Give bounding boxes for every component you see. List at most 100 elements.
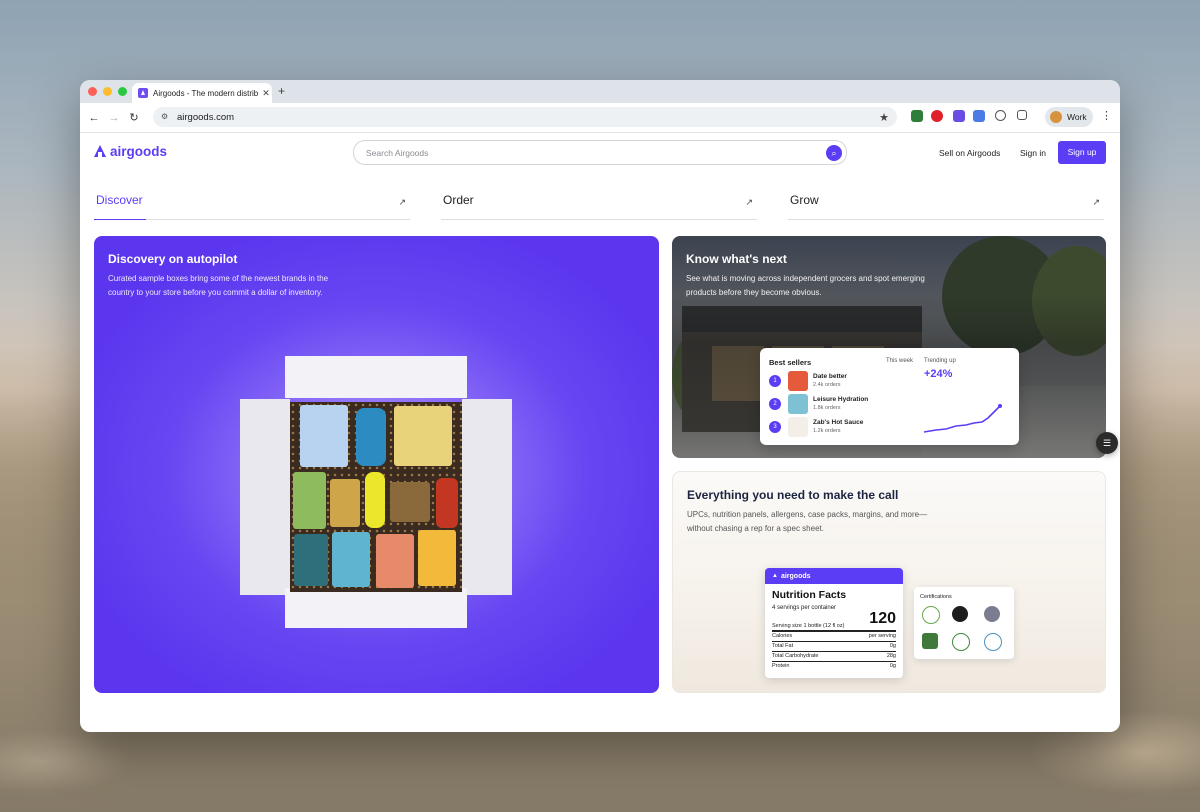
fair-trade-badge-icon [952,606,968,622]
extension-icon[interactable] [953,110,965,122]
floating-menu-icon[interactable]: ☰ [1096,432,1118,454]
profile-button[interactable]: Work [1045,107,1093,127]
product [356,408,386,466]
search-icon[interactable]: ⌕ [826,144,842,161]
divider [772,641,896,642]
browser-toolbar: ← → ↻ ⚙ airgoods.com ★ Work ⋮ [80,103,1120,133]
list-item: 3 Zab's Hot Sauce 1.2k orders [769,417,889,437]
airgoods-logo-icon [94,145,107,158]
box-contents [290,402,462,592]
certifications-label: Certifications [920,594,952,600]
address-bar[interactable]: ⚙ airgoods.com ★ [153,107,897,127]
this-week-label: This week [886,358,914,364]
new-tab-icon[interactable]: + [278,84,285,98]
card-title: Know what's next [686,252,787,266]
card-title: Discovery on autopilot [108,252,238,266]
reload-icon[interactable]: ↻ [124,111,144,124]
product-thumbnail [788,371,808,391]
browser-window: Airgoods - The modern distrib ✕ + ← → ↻ … [80,80,1120,732]
extension-icon[interactable] [931,110,943,122]
desc-line: country to your store before you commit … [108,288,323,297]
row-value: 0g [889,663,896,669]
tab-label: Order [443,193,474,207]
desc-line: products before they become obvious. [686,288,822,297]
product [394,406,452,466]
box-flap [285,588,467,628]
card-description: See what is moving across independent gr… [686,272,925,300]
zoom-window-button[interactable] [118,87,127,96]
serving-size: Serving size 1 bottle (12 fl oz) [772,623,845,629]
nutrition-title: Nutrition Facts [772,589,847,601]
sign-in-link[interactable]: Sign in [1020,148,1046,158]
divider [772,661,896,662]
airgoods-logo-icon: ▲ [772,573,778,579]
profile-label: Work [1067,112,1087,122]
browser-tab[interactable]: Airgoods - The modern distrib ✕ [132,83,272,103]
tab-discover[interactable]: Discover ↗ [94,193,410,220]
arrow-up-right-icon: ↗ [1092,197,1100,207]
divider [772,651,896,652]
arrow-up-right-icon: ↗ [398,197,406,207]
site-info-icon[interactable]: ⚙ [161,112,171,122]
product-orders: 1.2k orders [813,428,841,434]
nutrition-brand-band: ▲ airgoods [765,568,903,584]
row-value: 28g [886,653,896,659]
airgoods-logo[interactable]: airgoods [94,144,167,159]
trend-sparkline [923,404,1002,433]
url-text: airgoods.com [177,111,235,123]
card-title: Everything you need to make the call [687,488,899,502]
site-header: airgoods ⌕ Sell on Airgoods Sign in Sign… [80,133,1120,171]
bookmark-star-icon[interactable]: ★ [879,111,889,124]
product-name: Zab's Hot Sauce [813,419,864,426]
feature-tabs: Discover ↗ Order ↗ Grow ↗ [80,171,1120,231]
product [376,534,414,588]
back-icon[interactable]: ← [84,112,104,124]
tab-order[interactable]: Order ↗ [441,193,757,220]
desc-line: See what is moving across independent gr… [686,274,925,283]
product [293,472,326,529]
divider [772,630,896,632]
airgoods-favicon-icon [138,88,148,98]
sign-up-button[interactable]: Sign up [1058,141,1106,164]
avatar [1050,111,1062,123]
extension-icon[interactable] [995,110,1006,121]
extension-icon[interactable] [911,110,923,122]
window-controls [88,87,127,96]
sample-box-image [240,356,512,628]
close-window-button[interactable] [88,87,97,96]
tab-title: Airgoods - The modern distrib [153,88,259,98]
product-thumbnail [788,394,808,414]
tab-grow[interactable]: Grow ↗ [788,193,1104,220]
servings-text: 4 servings per container [772,605,837,611]
product-name: Date better [813,373,847,380]
extensions-puzzle-icon[interactable] [1017,110,1027,120]
product-thumbnail [788,417,808,437]
rank-badge: 1 [769,375,781,387]
nutrition-row: Calories per serving [772,633,896,639]
row-value: 0g [889,643,896,649]
tab-label: Discover [96,193,143,207]
kebab-menu-icon[interactable]: ⋮ [1101,110,1112,122]
nutrition-facts-panel: ▲ airgoods Nutrition Facts 4 servings pe… [765,568,903,678]
box-flap [240,399,290,595]
box-flap [285,356,467,398]
product [390,482,430,522]
best-sellers-widget: Best sellers This week Trending up +24% … [760,348,1019,445]
active-tab-underline [94,219,146,220]
minimize-window-button[interactable] [103,87,112,96]
close-tab-icon[interactable]: ✕ [260,88,272,99]
extension-icon[interactable] [973,110,985,122]
desc-line: without chasing a rep for a spec sheet. [687,524,824,533]
row-label: Total Fat [772,643,794,649]
nutrition-row: Total Carbohydrate 28g [772,653,896,659]
trending-label: Trending up [924,358,956,364]
search-input[interactable] [364,146,826,159]
sell-on-airgoods-link[interactable]: Sell on Airgoods [939,148,1000,158]
product [300,405,348,467]
calories-value: 120 [869,610,896,627]
logo-text: airgoods [110,144,168,159]
desc-line: Curated sample boxes bring some of the n… [108,274,329,283]
forward-icon[interactable]: → [104,112,124,124]
brand-text: airgoods [780,572,811,580]
search-bar: ⌕ [353,140,847,165]
